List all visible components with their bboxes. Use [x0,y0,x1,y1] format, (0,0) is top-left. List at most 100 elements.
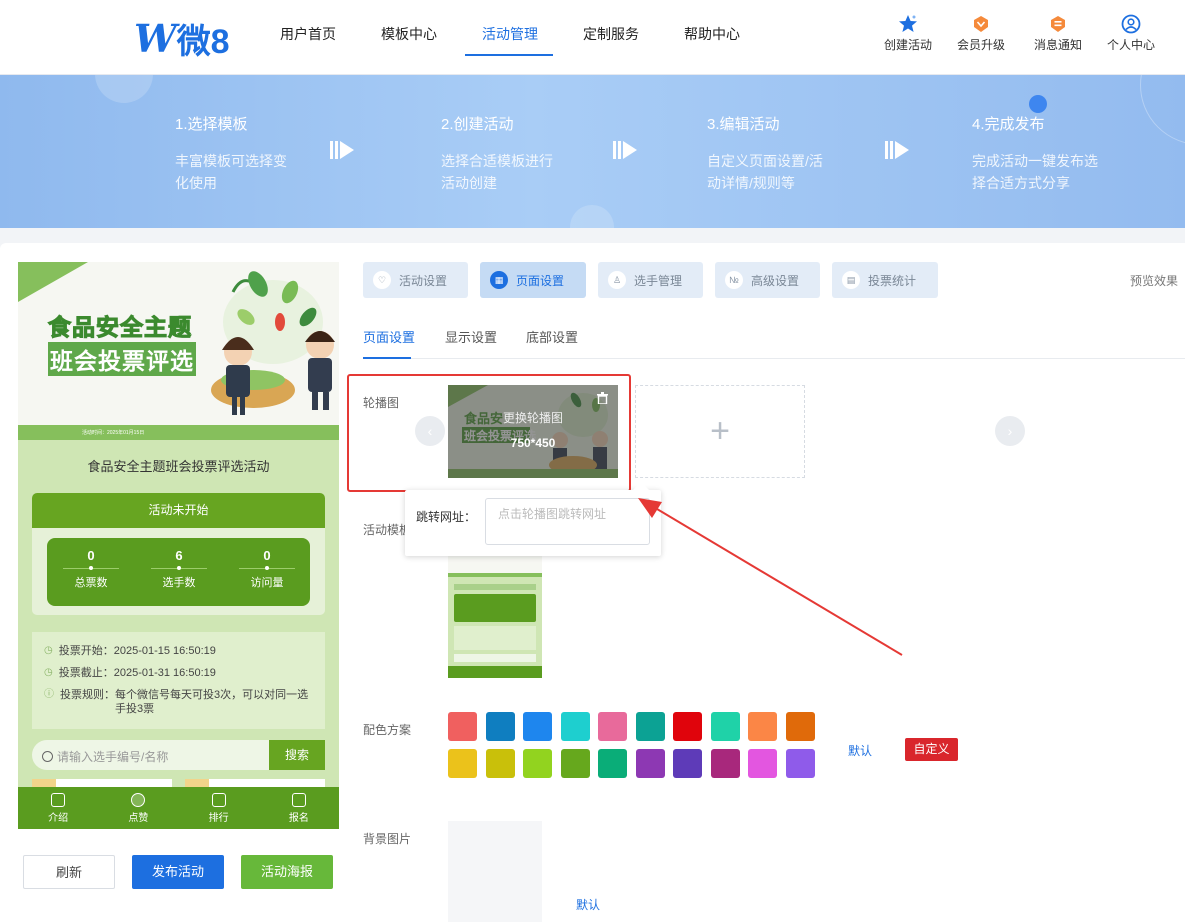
notifications-button[interactable]: 消息通知 [1026,14,1090,53]
color-swatch[interactable] [785,712,815,741]
refresh-button[interactable]: 刷新 [23,855,115,889]
color-swatch[interactable] [560,749,590,778]
tab-advanced-settings[interactable]: № 高级设置 [715,262,820,298]
poster-title-line2: 班会投票评选 [48,342,196,376]
stat-label: 访问量 [250,577,284,589]
publish-activity-button[interactable]: 发布活动 [132,855,224,889]
tab-label: 活动设置 [399,273,448,288]
tab-label: 排行 [208,813,229,824]
color-swatch[interactable] [523,749,552,778]
nav-item-activity-management[interactable]: 活动管理 [482,24,538,44]
subtab-display-settings[interactable]: 显示设置 [445,327,497,346]
contestant-search: 请输入选手编号/名称 搜索 [32,740,325,770]
activity-status: 活动未开始 [32,493,325,528]
star-icon [899,15,917,32]
tab-contestant-management[interactable]: ♙ 选手管理 [598,262,703,298]
tab-ranking[interactable]: 排行 [179,787,259,829]
nav-item-custom-service[interactable]: 定制服务 [583,24,639,44]
template-thumbnail[interactable] [448,556,542,678]
stat-divider [239,566,295,570]
activity-time-strip: 活动时间：2025年01月15日 [18,425,339,440]
search-icon [42,751,53,762]
carousel-next-button[interactable]: › [995,416,1025,446]
top-nav: W 微8 用户首页 模板中心 活动管理 定制服务 帮助中心 创建活动 会员升级 … [0,0,1185,75]
tab-like[interactable]: 点赞 [98,787,178,829]
decor-dot [1029,95,1047,113]
info-value: 2025-01-31 16:50:19 [113,667,216,679]
document-icon [51,793,66,807]
member-upgrade-button[interactable]: 会员升级 [949,14,1013,53]
color-swatch[interactable] [673,749,702,778]
color-swatch[interactable] [710,712,740,741]
color-swatch[interactable] [635,712,665,741]
nav-item-help-center[interactable]: 帮助中心 [684,24,740,44]
color-swatch[interactable] [710,749,740,778]
background-image-slot[interactable] [448,821,542,922]
add-carousel-button[interactable]: + [635,385,805,478]
personal-center-button[interactable]: 个人中心 [1099,14,1163,53]
step-title: 3.编辑活动 [707,116,780,133]
info-label: 投票规则： [60,689,115,701]
stat-value: 0 [263,548,271,563]
color-swatch[interactable] [523,712,552,741]
color-default-button[interactable]: 默认 [848,742,872,759]
step-title: 4.完成发布 [972,116,1045,133]
color-swatch[interactable] [748,712,777,741]
tab-intro[interactable]: 介绍 [18,787,98,829]
like-icon [131,793,146,807]
preview-link[interactable]: 预览效果 [1130,272,1178,289]
color-swatch[interactable] [785,749,815,778]
subtab-active-underline [363,357,411,359]
color-swatch[interactable] [560,712,590,741]
step-arrow-icon [613,141,637,159]
stat-label: 总票数 [74,577,108,589]
color-swatch[interactable] [485,749,515,778]
info-vote-start: ◷ 投票开始： 2025-01-15 16:50:19 [44,644,313,658]
subtab-page-settings[interactable]: 页面设置 [363,327,415,346]
color-swatch[interactable] [635,749,665,778]
create-activity-button[interactable]: 创建活动 [876,14,940,53]
subtab-bottom-settings[interactable]: 底部设置 [526,327,578,346]
step-desc: 丰富模板可选择变化使用 [175,153,287,191]
tab-label: 页面设置 [516,273,565,288]
tab-activity-settings[interactable]: ♡ 活动设置 [363,262,468,298]
vote-info-panel: ◷ 投票开始： 2025-01-15 16:50:19 ◷ 投票截止： 2025… [32,632,325,729]
color-swatch[interactable] [598,712,627,741]
color-swatch[interactable] [673,712,702,741]
subtab-divider [363,358,1185,359]
step-title: 2.创建活动 [441,116,514,133]
nav-item-user-home[interactable]: 用户首页 [280,24,336,44]
stat-divider [63,566,119,570]
stat-value: 6 [175,548,183,563]
logo-text: 微8 [176,23,230,61]
step-desc: 完成活动一键发布选择合适方式分享 [972,153,1098,191]
highlight-box [347,374,631,492]
color-swatch[interactable] [485,712,515,741]
background-default-button[interactable]: 默认 [576,896,600,913]
contestant-search-input[interactable]: 请输入选手编号/名称 [32,740,269,770]
color-swatch[interactable] [748,749,777,778]
poster-image: 食品安全主题 班会投票评选 [18,262,339,425]
tab-page-settings[interactable]: ▦ 页面设置 [480,262,586,298]
color-swatch[interactable] [448,749,477,778]
search-button[interactable]: 搜索 [269,740,325,770]
heart-icon: ♡ [373,271,391,289]
tab-label: 介绍 [48,813,69,824]
nav-item-template-center[interactable]: 模板中心 [381,24,437,44]
color-swatch[interactable] [598,749,627,778]
color-swatch[interactable] [448,712,477,741]
tab-vote-statistics[interactable]: ▤ 投票统计 [832,262,938,298]
vip-badge-icon [974,16,988,32]
plus-icon: + [710,412,730,450]
color-custom-button[interactable]: 自定义 [905,738,958,761]
template-label: 活动模板 [363,523,412,537]
activity-poster-button[interactable]: 活动海报 [241,855,333,889]
step-4: 4.完成发布 完成活动一键发布选择合适方式分享 [972,113,1098,194]
jump-url-input[interactable]: 点击轮播图跳转网址 [485,498,650,545]
notification-badge-icon [1051,16,1065,32]
tab-signup[interactable]: 报名 [259,787,339,829]
step-arrow-icon [885,141,909,159]
logo-mark: W [134,16,177,61]
logo[interactable]: W 微8 [134,14,230,63]
edit-icon [291,793,306,807]
